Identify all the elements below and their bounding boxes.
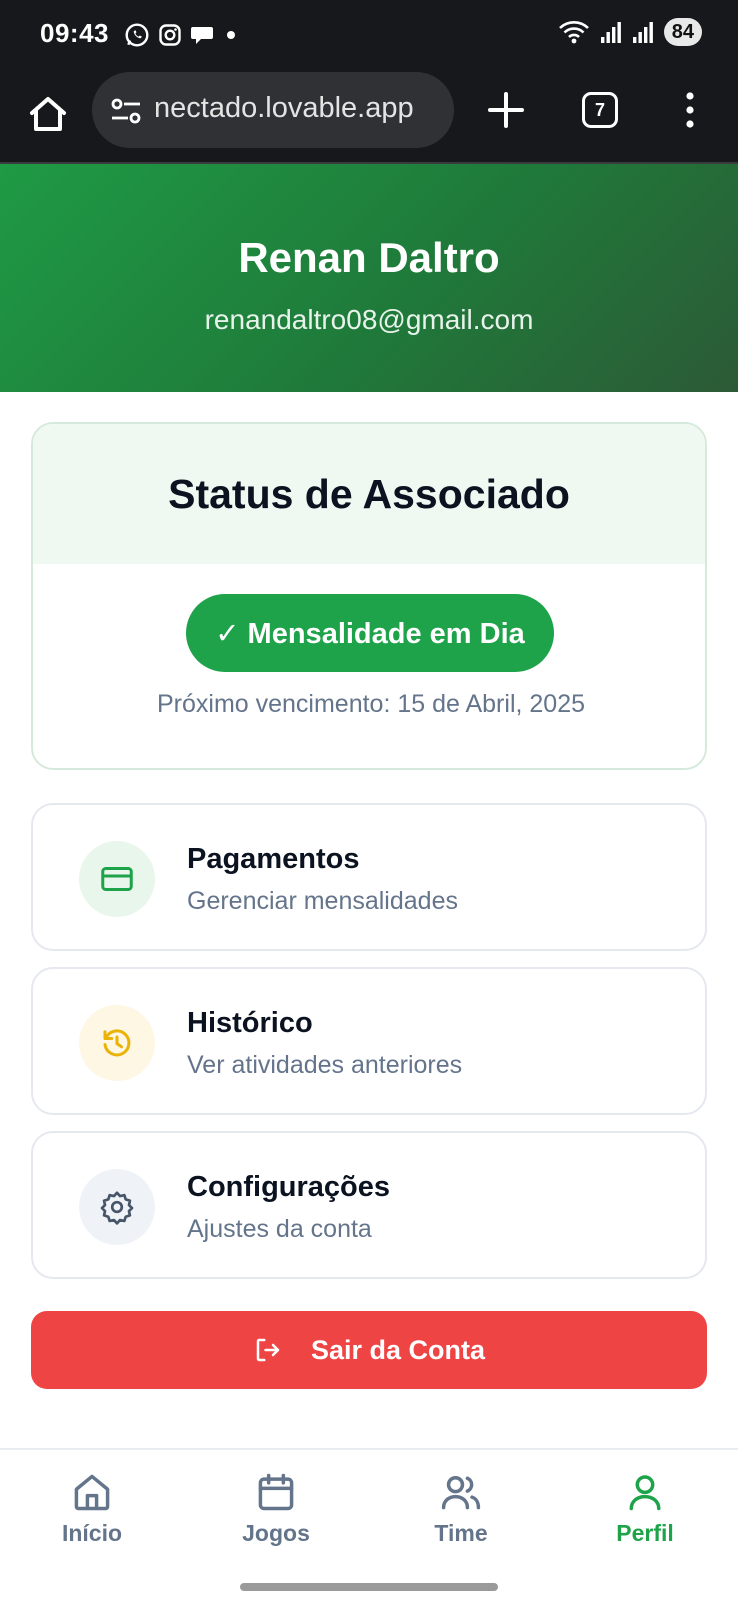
site-info-icon[interactable]: [110, 96, 142, 126]
menu-item-title: Configurações: [187, 1171, 391, 1203]
more-options-icon[interactable]: [680, 90, 700, 130]
membership-status-card: Status de Associado ✓ Mensalidade em Dia…: [31, 422, 707, 770]
menu-item-subtitle: Gerenciar mensalidades: [187, 887, 458, 915]
whatsapp-icon: [125, 23, 149, 47]
battery-level: 84: [663, 18, 702, 46]
nav-label: Jogos: [242, 1520, 310, 1546]
bottom-navigation: Início Jogos Time Perfil: [0, 1448, 738, 1600]
gear-icon: [79, 1169, 155, 1245]
signal-icon-2: [632, 22, 653, 43]
signal-icon: [600, 22, 621, 43]
user-icon: [629, 1475, 661, 1511]
nav-label: Início: [61, 1520, 123, 1546]
nav-inicio[interactable]: Início: [22, 1470, 162, 1547]
browser-home-icon[interactable]: [26, 92, 70, 136]
logout-button[interactable]: Sair da Conta: [31, 1311, 707, 1389]
calendar-icon: [258, 1473, 294, 1511]
address-bar[interactable]: nectado.lovable.app: [92, 72, 454, 148]
menu-item-pagamentos[interactable]: Pagamentos Gerenciar mensalidades: [31, 803, 707, 951]
menu-item-historico[interactable]: Histórico Ver atividades anteriores: [31, 967, 707, 1115]
menu-item-title: Histórico: [187, 1007, 313, 1039]
instagram-icon: [159, 24, 181, 46]
nav-jogos[interactable]: Jogos: [206, 1470, 346, 1547]
wifi-icon: [558, 21, 589, 44]
users-icon: [441, 1475, 481, 1510]
status-badge: ✓ Mensalidade em Dia: [186, 594, 554, 672]
status-time: 09:43: [40, 18, 109, 48]
profile-header: Renan Daltro renandaltro08@gmail.com: [0, 164, 738, 392]
tab-switcher-button[interactable]: 7: [582, 92, 618, 128]
nav-time[interactable]: Time: [391, 1470, 531, 1547]
next-due-date: Próximo vencimento: 15 de Abril, 2025: [156, 690, 585, 718]
chat-icon: [191, 27, 213, 44]
menu-item-title: Pagamentos: [187, 843, 360, 875]
logout-icon: [256, 1338, 280, 1362]
nav-label: Perfil: [616, 1520, 674, 1546]
gesture-home-indicator[interactable]: [240, 1583, 498, 1591]
nav-label: Time: [434, 1520, 488, 1546]
status-bar: 09:43 84: [0, 0, 738, 70]
logout-label: Sair da Conta: [310, 1334, 486, 1365]
profile-email: renandaltro08@gmail.com: [204, 304, 534, 335]
menu-item-subtitle: Ver atividades anteriores: [187, 1051, 463, 1079]
new-tab-icon[interactable]: [486, 90, 526, 130]
menu-item-configuracoes[interactable]: Configurações Ajustes da conta: [31, 1131, 707, 1279]
home-icon: [74, 1474, 110, 1511]
url-text: nectado.lovable.app: [154, 92, 414, 124]
credit-card-icon: [79, 841, 155, 917]
status-card-title: Status de Associado: [168, 470, 570, 517]
system-icons: 84: [558, 18, 702, 46]
dot-icon: [227, 31, 235, 39]
profile-name: Renan Daltro: [238, 234, 500, 281]
status-card-header: Status de Associado: [33, 424, 705, 564]
menu-item-subtitle: Ajustes da conta: [187, 1215, 372, 1243]
notification-icons: [124, 22, 238, 48]
nav-perfil[interactable]: Perfil: [575, 1470, 715, 1547]
history-icon: [79, 1005, 155, 1081]
browser-toolbar: nectado.lovable.app 7: [0, 70, 738, 164]
